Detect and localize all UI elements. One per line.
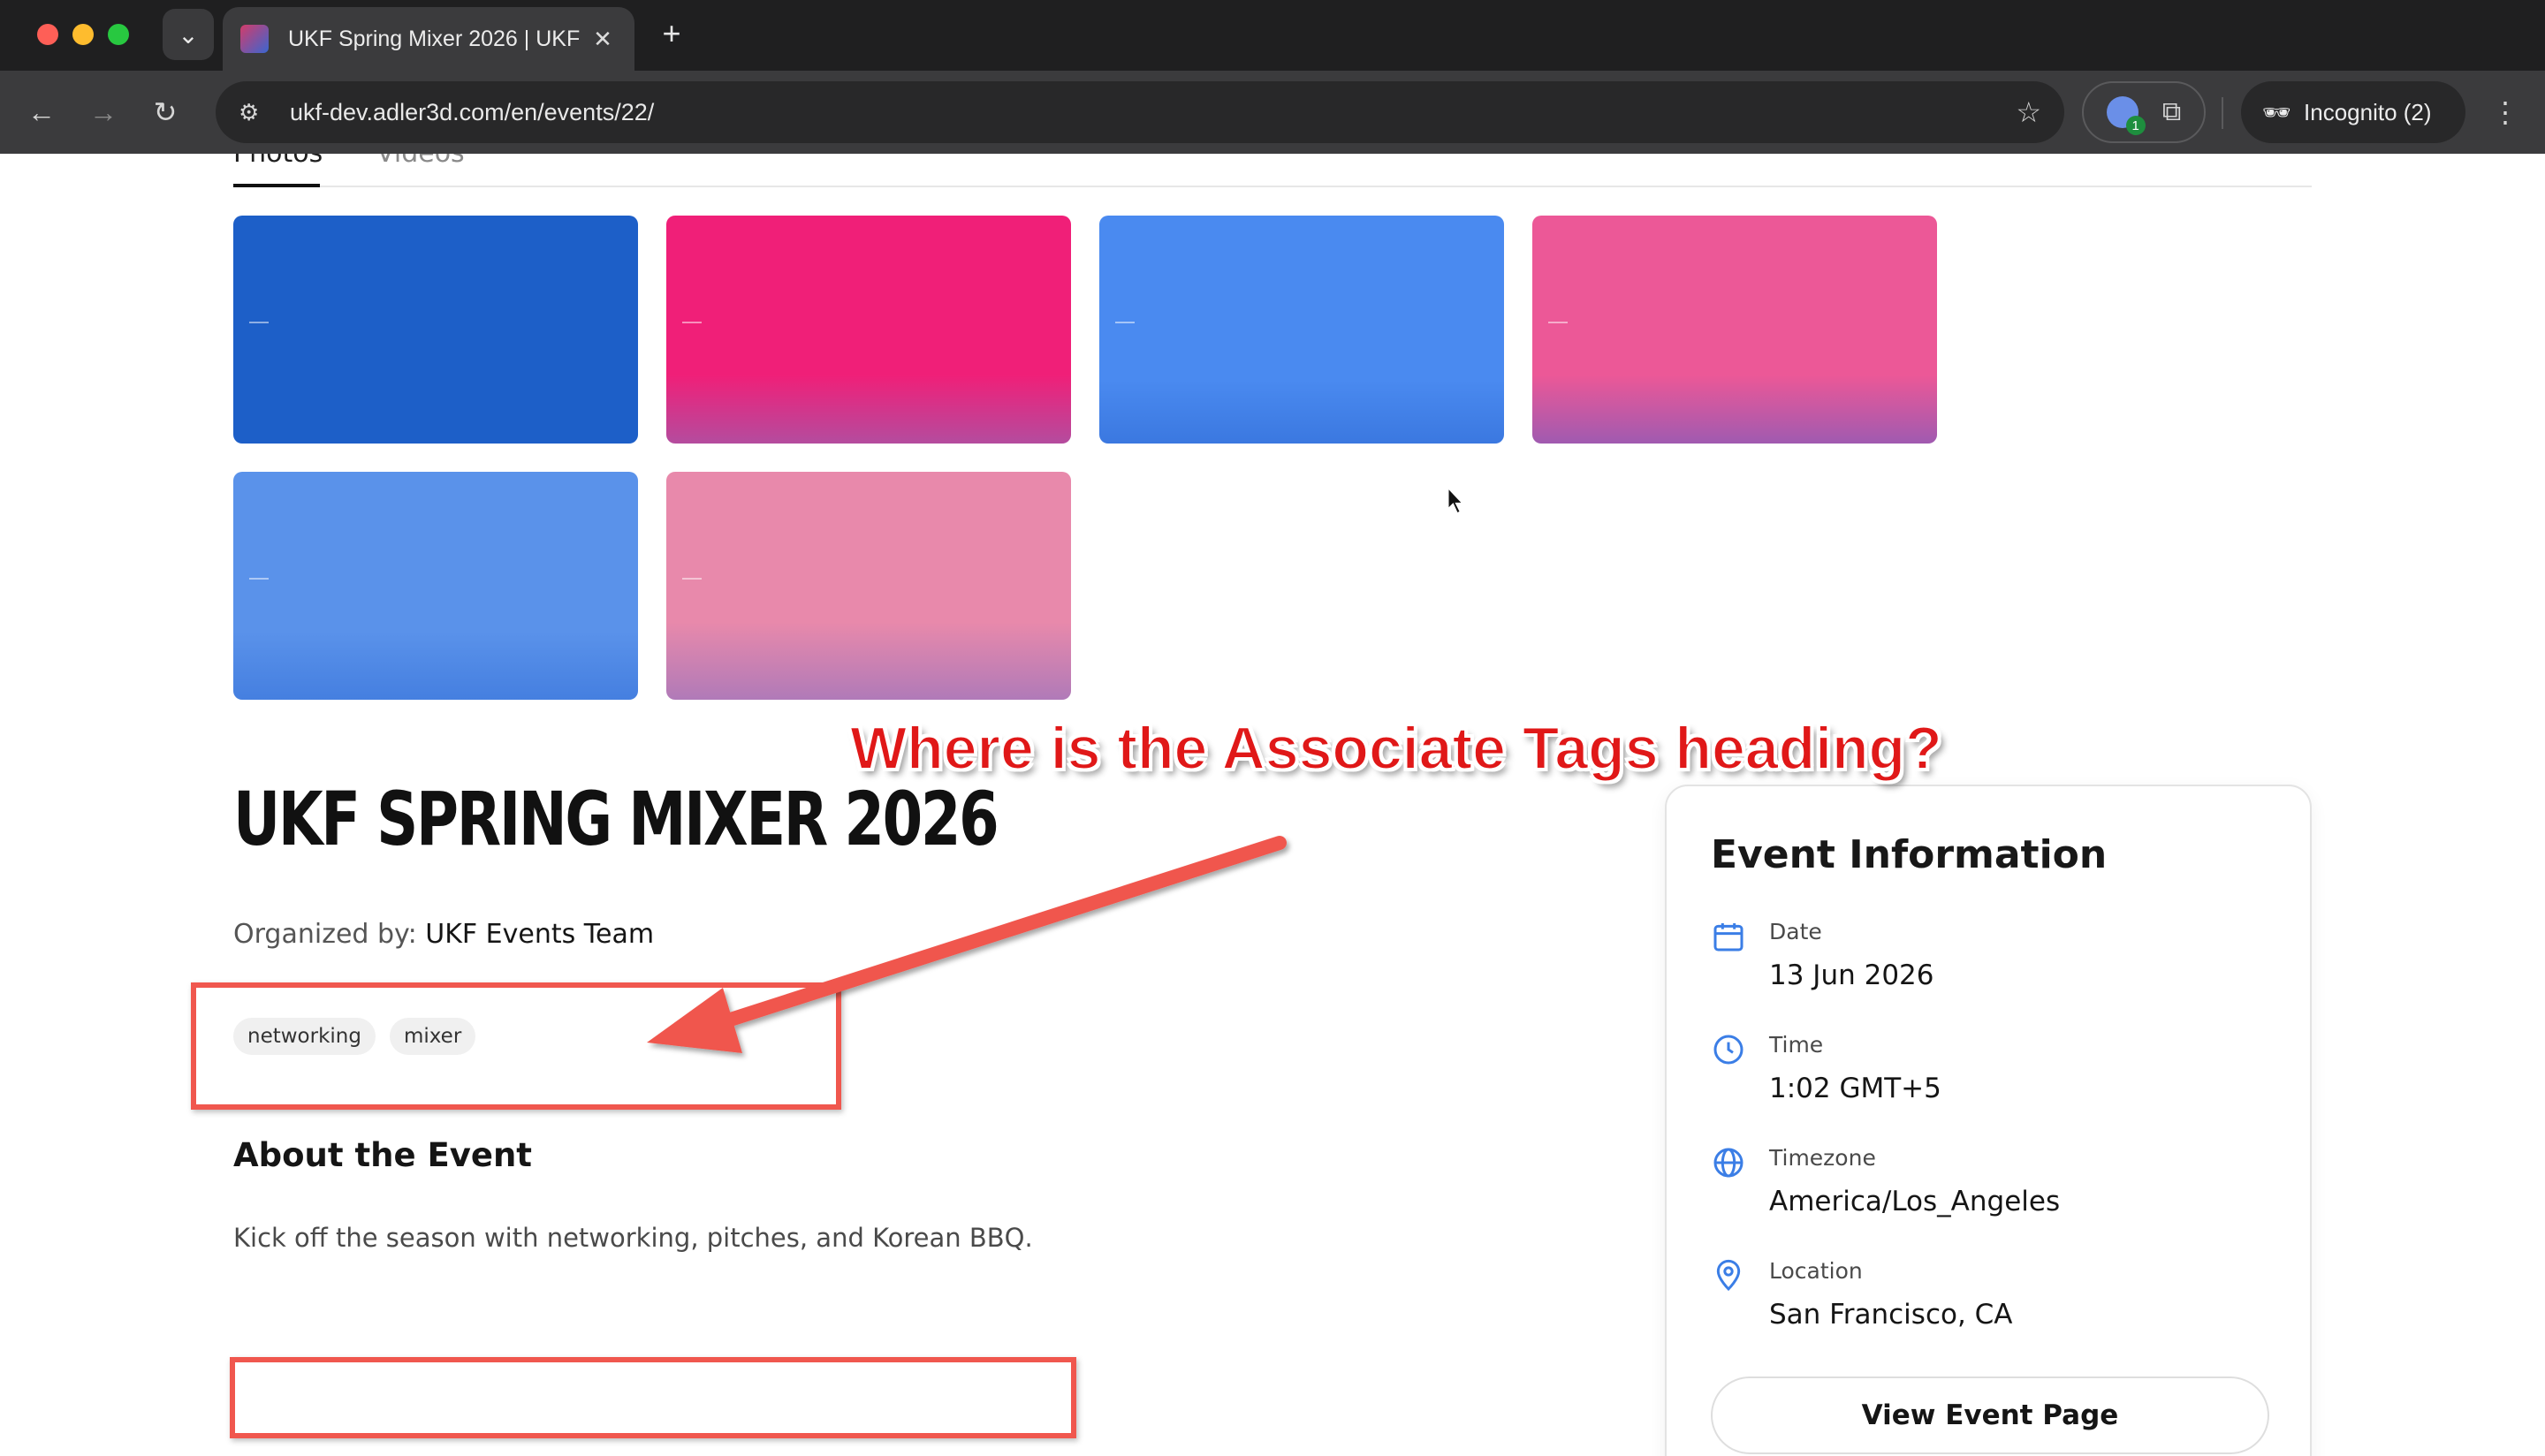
about-text: Kick off the season with networking, pit… <box>233 1223 1033 1253</box>
forward-arrow-icon[interactable]: → <box>81 90 125 134</box>
info-row-time: Time 1:02 GMT+5 <box>1711 1032 2276 1120</box>
browser-menu-icon[interactable]: ⋮ <box>2483 90 2527 134</box>
photo-thumbnail[interactable] <box>1532 216 1937 444</box>
info-label: Time <box>1769 1032 1824 1058</box>
extension-badge: 1 <box>2125 116 2146 135</box>
event-info-card: Event Information Date 13 Jun 2026 Time … <box>1665 785 2312 1456</box>
info-value: 13 Jun 2026 <box>1769 959 1934 991</box>
info-value: 1:02 GMT+5 <box>1769 1073 1941 1104</box>
url-text[interactable]: ukf-dev.adler3d.com/en/events/22/ <box>290 99 2016 126</box>
photo-mark <box>1115 322 1135 323</box>
photo-thumbnail[interactable] <box>666 472 1071 700</box>
organized-by: Organized by: UKF Events Team <box>233 919 654 950</box>
organized-by-label: Organized by: <box>233 919 417 950</box>
browser-toolbar: ← → ↻ ⚙ ukf-dev.adler3d.com/en/events/22… <box>0 71 2545 154</box>
tab-title: UKF Spring Mixer 2026 | UKF <box>288 26 581 51</box>
info-row-date: Date 13 Jun 2026 <box>1711 919 2276 1007</box>
clock-icon <box>1713 1035 1744 1065</box>
bookmark-star-icon[interactable]: ☆ <box>2016 95 2041 129</box>
photo-mark <box>249 322 269 323</box>
browser-tab-active[interactable]: UKF Spring Mixer 2026 | UKF ✕ <box>223 7 634 71</box>
tab-videos[interactable]: Videos <box>376 154 465 169</box>
incognito-icon: 🕶 <box>2262 98 2292 125</box>
photo-thumbnail[interactable] <box>1099 216 1504 444</box>
incognito-label: Incognito (2) <box>2304 98 2432 125</box>
window-zoom-button[interactable] <box>108 24 129 45</box>
photo-thumbnail[interactable] <box>233 472 638 700</box>
event-title: UKF SPRING MIXER 2026 <box>233 776 999 862</box>
photo-mark <box>682 578 702 580</box>
annotation-box-tags <box>191 982 841 1110</box>
calendar-icon <box>1713 923 1744 952</box>
info-label: Location <box>1769 1258 1863 1284</box>
annotation-question: Where is the Associate Tags heading? <box>849 714 1943 783</box>
photo-mark <box>249 578 269 580</box>
site-settings-icon[interactable]: ⚙ <box>239 99 274 126</box>
view-event-page-button[interactable]: View Event Page <box>1711 1376 2269 1454</box>
about-heading: About the Event <box>233 1136 532 1174</box>
new-tab-button[interactable]: + <box>652 14 691 53</box>
info-value: America/Los_Angeles <box>1769 1186 2061 1217</box>
organizer-name: UKF Events Team <box>425 919 655 950</box>
reload-icon[interactable]: ↻ <box>143 90 187 134</box>
address-bar[interactable]: ⚙ ukf-dev.adler3d.com/en/events/22/ ☆ <box>216 81 2064 143</box>
info-row-location: Location San Francisco, CA <box>1711 1258 2276 1346</box>
incognito-button[interactable]: 🕶 Incognito (2) <box>2241 81 2465 143</box>
photo-mark <box>1548 322 1568 323</box>
back-arrow-icon[interactable]: ← <box>19 90 64 134</box>
tab-photos[interactable]: Photos <box>233 154 323 169</box>
info-value: San Francisco, CA <box>1769 1299 2013 1331</box>
media-tabs: Photos Videos <box>233 154 2312 187</box>
extensions-puzzle-icon[interactable]: ⧉ <box>2162 97 2181 127</box>
extensions-group: 1 ⧉ <box>2082 81 2206 143</box>
window-minimize-button[interactable] <box>72 24 94 45</box>
mouse-cursor-icon <box>1447 486 1465 515</box>
location-pin-icon <box>1716 1259 1741 1292</box>
photo-mark <box>682 322 702 323</box>
globe-icon <box>1713 1148 1744 1178</box>
info-card-title: Event Information <box>1711 832 2108 877</box>
window-close-button[interactable] <box>37 24 58 45</box>
extension-icon[interactable]: 1 <box>2106 96 2146 135</box>
info-label: Date <box>1769 919 1822 944</box>
photo-thumbnail[interactable] <box>666 216 1071 444</box>
toolbar-divider <box>2222 97 2223 129</box>
info-label: Timezone <box>1769 1145 1876 1171</box>
active-tab-indicator <box>233 184 320 187</box>
tab-search-chevron-icon[interactable]: ⌄ <box>163 9 214 60</box>
photo-thumbnail[interactable] <box>233 216 638 444</box>
annotation-box-empty <box>230 1357 1076 1438</box>
browser-tab-bar: ⌄ UKF Spring Mixer 2026 | UKF ✕ + <box>0 0 2545 71</box>
site-favicon-icon <box>240 25 269 53</box>
info-row-timezone: Timezone America/Los_Angeles <box>1711 1145 2276 1233</box>
tab-close-icon[interactable]: ✕ <box>589 26 617 53</box>
